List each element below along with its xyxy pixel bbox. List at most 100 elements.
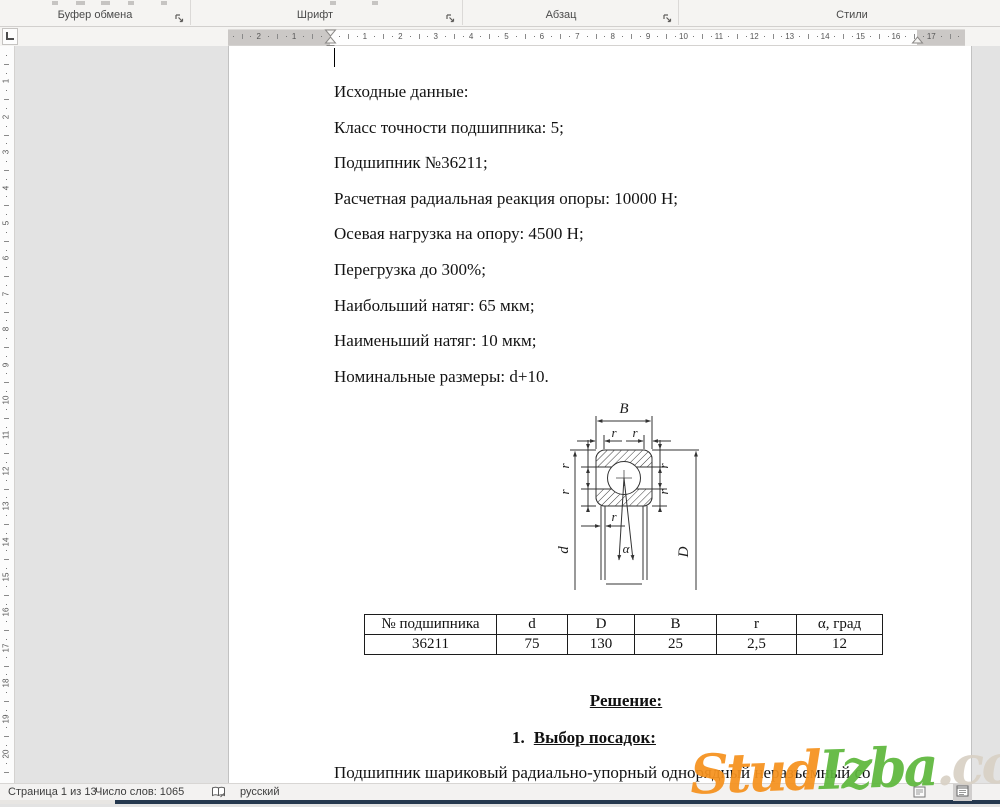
paragraph-line[interactable]: Исходные данные:: [334, 82, 469, 102]
right-indent-marker[interactable]: [910, 36, 925, 44]
table-cell[interactable]: 2,5: [717, 635, 797, 655]
word-count-indicator[interactable]: Число слов: 1065: [95, 786, 184, 798]
dim-label-B: B: [619, 401, 628, 417]
ruler-mark: 8: [607, 32, 619, 41]
paragraph-line[interactable]: Перегрузка до 300%;: [334, 260, 486, 280]
numbered-heading[interactable]: 1.Выбор посадок:: [334, 728, 834, 748]
proofing-status-icon[interactable]: [211, 786, 226, 801]
list-number: 1.: [512, 728, 525, 747]
ruler-mark: 7: [2, 284, 12, 303]
ruler-mark: [489, 34, 490, 39]
ruler-mark: [6, 550, 7, 551]
page-number-indicator[interactable]: Страница 1 из 13: [8, 786, 97, 798]
ruler-mark: 3: [2, 143, 12, 162]
ribbon-group-styles: Стили: [787, 9, 917, 21]
dialog-launcher-icon[interactable]: [445, 11, 457, 23]
table-header-cell[interactable]: α, град: [797, 615, 883, 635]
hanging-indent-marker[interactable]: [326, 37, 336, 43]
table-header-cell[interactable]: d: [497, 615, 568, 635]
solution-heading-text: Решение:: [590, 691, 662, 710]
tab-selector[interactable]: [2, 28, 18, 45]
ruler-mark: [711, 36, 712, 37]
bearing-parameters-table[interactable]: № подшипникаdDBrα, град 3621175130252,512: [364, 614, 883, 655]
paragraph-line[interactable]: Наименьший натяг: 10 мкм;: [334, 331, 537, 351]
table-cell[interactable]: 25: [635, 635, 717, 655]
paragraph-line[interactable]: Подшипник №36211;: [334, 153, 488, 173]
ruler-mark: [817, 36, 818, 37]
ruler-mark: [950, 34, 951, 39]
ruler-mark: [596, 34, 597, 39]
paragraph-line[interactable]: Подшипник шариковый радиально-упорный од…: [334, 763, 871, 783]
status-bar: Страница 1 из 13 Число слов: 1065 русски…: [0, 783, 1000, 800]
ruler-mark: [277, 34, 278, 39]
table-cell[interactable]: 36211: [365, 635, 497, 655]
ruler-mark: 12: [748, 32, 760, 41]
ruler-mark: [463, 36, 464, 37]
ribbon-control-fragment: [330, 1, 336, 5]
ruler-mark: [4, 135, 9, 136]
paragraph-line[interactable]: Наибольший натяг: 65 мкм;: [334, 296, 535, 316]
table-header-cell[interactable]: № подшипника: [365, 615, 497, 635]
ribbon-control-fragment: [372, 1, 378, 5]
ruler-mark: [445, 36, 446, 37]
ruler-mark: 9: [2, 355, 12, 374]
ruler-mark: [242, 34, 243, 39]
vertical-ruler[interactable]: 1234567891011121314151617181920: [0, 46, 15, 783]
bearing-diagram[interactable]: B r r r r r r r d D α: [544, 400, 739, 605]
ruler-mark: [4, 64, 9, 65]
paragraph-line[interactable]: Номинальные размеры: d+10.: [334, 367, 549, 387]
ribbon-bottom: Буфер обмена Шрифт Абзац Стили: [0, 0, 1000, 27]
ruler-mark: [233, 36, 234, 37]
ruler-mark: [410, 36, 411, 37]
horizontal-ruler[interactable]: 211234567891011121314151617: [228, 29, 965, 44]
table-cell[interactable]: 75: [497, 635, 568, 655]
ruler-mark: 14: [819, 32, 831, 41]
ruler-mark: [834, 36, 835, 37]
ruler-mark: [4, 241, 9, 242]
ruler-mark: [4, 595, 9, 596]
ruler-mark: 18: [2, 674, 12, 693]
ruler-mark: 11: [2, 426, 12, 445]
ruler-mark: 6: [2, 249, 12, 268]
ruler-mark: 10: [678, 32, 690, 41]
table-header-cell[interactable]: B: [635, 615, 717, 635]
ruler-mark: [6, 232, 7, 233]
document-page[interactable]: Исходные данные: Класс точности подшипник…: [228, 46, 972, 783]
print-layout-view-button[interactable]: [953, 784, 972, 801]
paragraph-line[interactable]: Расчетная радиальная реакция опоры: 1000…: [334, 189, 678, 209]
read-mode-view-button[interactable]: [913, 786, 926, 801]
ruler-mark: [702, 34, 703, 39]
ruler-mark: 8: [2, 320, 12, 339]
ruler-mark: [4, 170, 9, 171]
table-cell[interactable]: 12: [797, 635, 883, 655]
dialog-launcher-icon[interactable]: [662, 11, 674, 23]
dialog-launcher-icon[interactable]: [174, 11, 186, 23]
paragraph-line[interactable]: Класс точности подшипника: 5;: [334, 118, 564, 138]
ruler-mark: [6, 55, 7, 56]
ruler-mark: [604, 36, 605, 37]
ruler-mark: [622, 36, 623, 37]
table-cell[interactable]: 130: [568, 635, 635, 655]
ruler-mark: [6, 90, 7, 91]
ruler-mark: [498, 36, 499, 37]
paragraph-line[interactable]: Осевая нагрузка на опору: 4500 Н;: [334, 224, 584, 244]
ruler-mark: 4: [2, 178, 12, 197]
ruler-mark: [4, 276, 9, 277]
ruler-mark: [693, 36, 694, 37]
ruler-mark: [4, 524, 9, 525]
language-indicator[interactable]: русский: [240, 786, 279, 798]
ruler-mark: [870, 36, 871, 37]
dim-label-r: r: [611, 509, 617, 524]
ruler-mark: [737, 34, 738, 39]
first-line-indent-marker[interactable]: [326, 30, 336, 36]
ribbon-group-paragraph: Абзац: [496, 9, 626, 21]
table-header-cell[interactable]: r: [717, 615, 797, 635]
ruler-mark: [4, 418, 9, 419]
ruler-mark: [534, 36, 535, 37]
ruler-mark: 7: [571, 32, 583, 41]
ruler-mark: 13: [784, 32, 796, 41]
solution-heading[interactable]: Решение:: [334, 691, 918, 711]
ribbon-group-font: Шрифт: [250, 9, 380, 21]
table-header-cell[interactable]: D: [568, 615, 635, 635]
ruler-mark: [4, 701, 9, 702]
